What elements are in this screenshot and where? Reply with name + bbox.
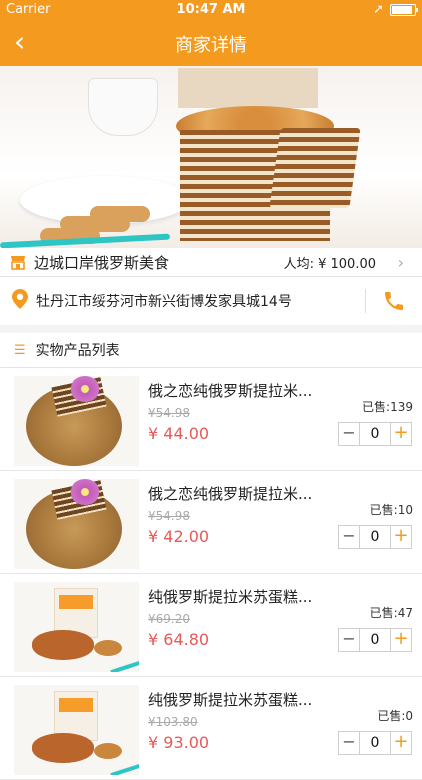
product-item[interactable]: 纯俄罗斯提拉米苏蛋糕... ¥69.20 ¥ 64.80 已售:47 − 0 +	[0, 574, 422, 677]
product-name: 俄之恋纯俄罗斯提拉米...	[148, 485, 313, 503]
chevron-right-icon: ›	[397, 252, 404, 272]
original-price: ¥69.20	[148, 612, 190, 626]
product-list-title: 实物产品列表	[35, 343, 120, 359]
product-list-header: ☰ 实物产品列表	[0, 333, 422, 368]
decrease-button[interactable]: −	[339, 526, 360, 548]
sold-count: 已售:10	[369, 503, 413, 517]
address-row: 牡丹江市绥芬河市新兴街博发家具城14号	[0, 277, 422, 333]
original-price: ¥54.98	[148, 406, 190, 420]
cake-slice-decor	[269, 128, 361, 208]
decrease-button[interactable]: −	[339, 732, 360, 754]
sale-price: ¥ 44.00	[148, 424, 210, 443]
quantity-stepper: − 0 +	[338, 525, 412, 549]
decrease-button[interactable]: −	[339, 629, 360, 651]
shop-name: 边城口岸俄罗斯美食	[34, 253, 170, 272]
average-price: 人均: ¥ 100.00	[283, 256, 376, 272]
page-title: 商家详情	[175, 35, 247, 56]
product-thumbnail	[14, 582, 139, 672]
quantity-stepper: − 0 +	[338, 422, 412, 446]
phone-icon[interactable]	[382, 289, 406, 313]
status-right: ➚	[373, 2, 418, 17]
product-name: 俄之恋纯俄罗斯提拉米...	[148, 382, 313, 400]
original-price: ¥54.98	[148, 509, 190, 523]
quantity-value: 0	[370, 735, 380, 751]
quantity-value: 0	[370, 632, 380, 648]
shop-info-row[interactable]: 边城口岸俄罗斯美食 人均: ¥ 100.00 ›	[0, 248, 422, 277]
product-thumbnail	[14, 685, 139, 775]
location-pin-icon	[12, 288, 28, 314]
cookie-decor	[90, 206, 150, 222]
box-decor	[178, 68, 318, 108]
sold-count: 已售:139	[362, 400, 413, 414]
location-arrow-icon: ➚	[373, 2, 384, 17]
sold-count: 已售:47	[369, 606, 413, 620]
quantity-stepper: − 0 +	[338, 628, 412, 652]
original-price: ¥103.80	[148, 715, 198, 729]
sold-count: 已售:0	[377, 709, 413, 723]
increase-button[interactable]: +	[390, 423, 411, 445]
quantity-value: 0	[370, 426, 380, 442]
product-name: 纯俄罗斯提拉米苏蛋糕...	[148, 691, 313, 709]
increase-button[interactable]: +	[390, 526, 411, 548]
sale-price: ¥ 42.00	[148, 527, 210, 546]
product-thumbnail	[14, 376, 139, 466]
shop-icon	[11, 256, 25, 270]
battery-icon	[390, 3, 418, 16]
sale-price: ¥ 64.80	[148, 630, 210, 649]
quantity-stepper: − 0 +	[338, 731, 412, 755]
increase-button[interactable]: +	[390, 732, 411, 754]
decrease-button[interactable]: −	[339, 423, 360, 445]
shop-banner-image	[0, 66, 422, 248]
cup-decor	[88, 78, 158, 136]
product-thumbnail	[14, 479, 139, 569]
status-time: 10:47 AM	[176, 2, 246, 17]
product-item[interactable]: 俄之恋纯俄罗斯提拉米... ¥54.98 ¥ 42.00 已售:10 − 0 +	[0, 471, 422, 574]
product-item[interactable]: 纯俄罗斯提拉米苏蛋糕... ¥103.80 ¥ 93.00 已售:0 − 0 +	[0, 677, 422, 780]
shop-address: 牡丹江市绥芬河市新兴街博发家具城14号	[36, 294, 292, 310]
product-name: 纯俄罗斯提拉米苏蛋糕...	[148, 588, 313, 606]
sale-price: ¥ 93.00	[148, 733, 210, 752]
product-item[interactable]: 俄之恋纯俄罗斯提拉米... ¥54.98 ¥ 44.00 已售:139 − 0 …	[0, 368, 422, 471]
quantity-value: 0	[370, 529, 380, 545]
nav-bar: ‹ 商家详情	[0, 20, 422, 66]
increase-button[interactable]: +	[390, 629, 411, 651]
list-icon: ☰	[14, 342, 26, 358]
status-bar: Carrier 10:47 AM ➚	[0, 0, 422, 20]
divider	[365, 289, 366, 313]
